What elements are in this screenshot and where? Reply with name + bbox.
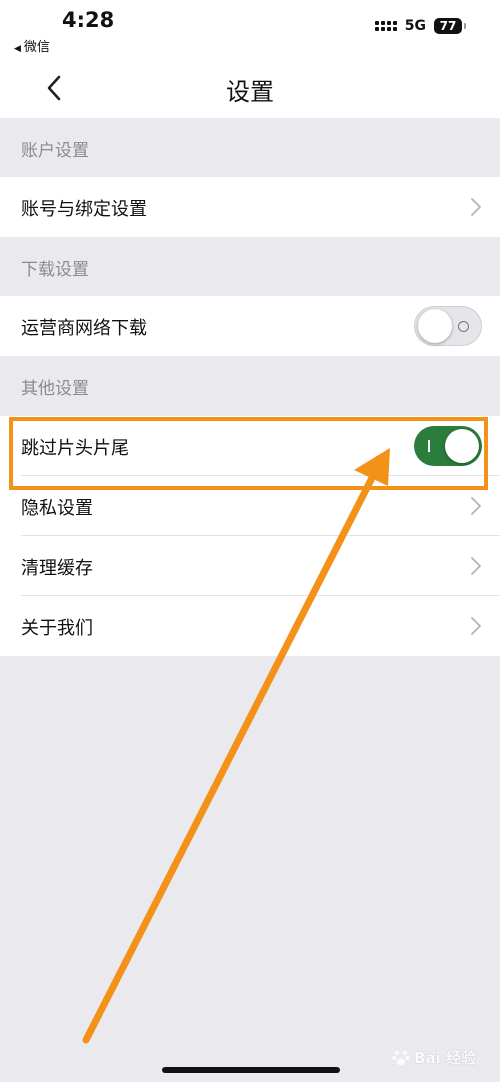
toggle-off-mark-icon — [458, 321, 469, 332]
row-about-us[interactable]: 关于我们 — [0, 596, 500, 656]
row-account-binding[interactable]: 账号与绑定设置 — [0, 177, 500, 237]
battery-level: 77 — [439, 19, 457, 33]
skip-intro-outro-toggle[interactable] — [414, 426, 482, 466]
network-type: 5G — [404, 18, 426, 34]
navigation-bar: 设置 — [0, 58, 500, 119]
back-button[interactable] — [38, 72, 70, 104]
row-label: 账号与绑定设置 — [21, 199, 147, 220]
paw-icon — [392, 1050, 410, 1065]
section-header-account: 账户设置 — [0, 118, 500, 177]
section-header-other: 其他设置 — [0, 356, 500, 415]
cellular-signal-icon — [374, 21, 397, 31]
chevron-right-icon — [471, 617, 481, 635]
status-bar: 4:28 ◀ 微信 5G 77 — [0, 0, 500, 58]
chevron-right-icon — [471, 557, 481, 575]
row-clear-cache[interactable]: 清理缓存 — [0, 536, 500, 596]
row-label: 清理缓存 — [21, 558, 93, 579]
back-triangle-icon: ◀ — [14, 44, 21, 54]
row-label: 跳过片头片尾 — [21, 438, 129, 459]
page-title: 设置 — [226, 78, 274, 106]
back-to-app-link[interactable]: ◀ 微信 — [14, 36, 50, 55]
carrier-download-toggle[interactable] — [414, 306, 482, 346]
toggle-knob — [418, 309, 452, 343]
section-header-label: 下载设置 — [21, 260, 89, 280]
section-header-download: 下载设置 — [0, 237, 500, 296]
status-time: 4:28 — [62, 8, 115, 32]
row-label: 运营商网络下载 — [21, 318, 147, 339]
chevron-left-icon — [47, 75, 61, 101]
status-indicators: 5G 77 — [374, 18, 466, 34]
section-header-label: 其他设置 — [21, 379, 89, 399]
row-label: 关于我们 — [21, 618, 93, 639]
chevron-right-icon — [471, 497, 481, 515]
section-header-label: 账户设置 — [21, 141, 89, 161]
watermark: Bai 经验 — [392, 1047, 476, 1068]
home-indicator[interactable] — [162, 1067, 340, 1073]
back-app-label: 微信 — [23, 40, 50, 55]
battery-icon: 77 — [434, 18, 466, 34]
toggle-knob — [445, 429, 479, 463]
row-carrier-download: 运营商网络下载 — [0, 296, 500, 356]
row-label: 隐私设置 — [21, 498, 93, 519]
row-skip-intro-outro: 跳过片头片尾 — [0, 416, 500, 476]
toggle-on-mark-icon — [428, 440, 430, 452]
chevron-right-icon — [471, 198, 481, 216]
watermark-text: Bai 经验 — [414, 1049, 476, 1067]
row-privacy-settings[interactable]: 隐私设置 — [0, 476, 500, 536]
